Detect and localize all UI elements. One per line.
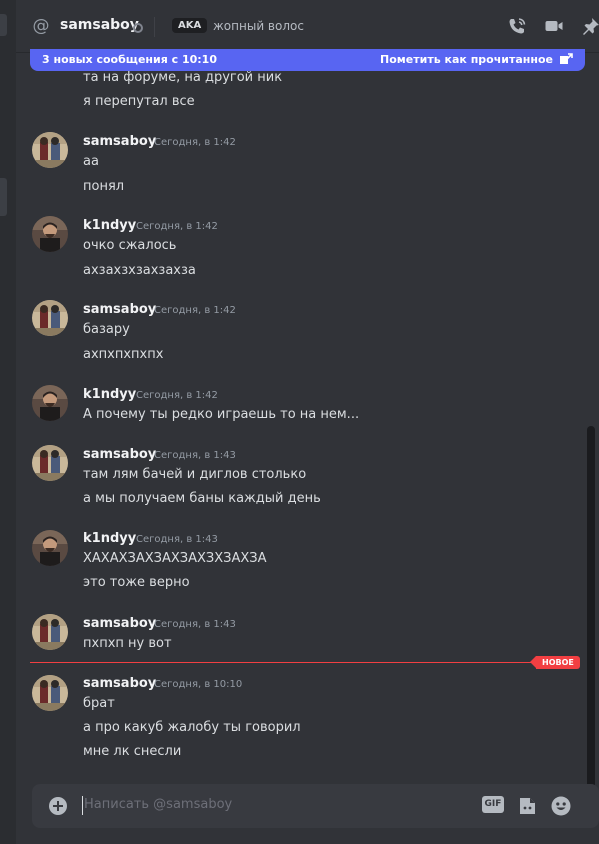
message-text: ХАХАХЗАХЗАХЗАХЗХЗАХЗА [83, 551, 267, 566]
sticker-icon[interactable] [516, 795, 538, 817]
video-call-icon[interactable] [544, 16, 564, 36]
gif-button[interactable]: GIF [482, 796, 504, 813]
message-author[interactable]: k1ndyy [83, 218, 136, 233]
message-text: а про какуб жалобу ты говорил [83, 720, 301, 735]
new-messages-divider [30, 662, 547, 663]
server-sidebar-edge [0, 0, 16, 844]
message-author[interactable]: samsaboy [83, 134, 156, 149]
message-text: та на форуме, на другой ник [83, 70, 283, 85]
new-messages-count[interactable]: 3 новых сообщения с 10:10 [42, 53, 217, 66]
message-text: ахпхпхпхпх [83, 347, 164, 362]
message-text: а мы получаем баны каждый день [83, 491, 321, 506]
message-text: ахзахзхзахзахза [83, 263, 196, 278]
avatar[interactable] [32, 445, 68, 481]
message-author[interactable]: samsaboy [83, 302, 156, 317]
message-text: брат [83, 696, 115, 711]
avatar[interactable] [32, 300, 68, 336]
voice-call-icon[interactable] [507, 16, 527, 36]
message-text: я перепутал все [83, 94, 195, 109]
pin-icon[interactable] [581, 16, 599, 36]
nickname: жопный волос [213, 19, 304, 33]
chat-main: та на форуме, на другой ник я перепутал … [16, 0, 599, 844]
avatar[interactable] [32, 675, 68, 711]
avatar[interactable] [32, 216, 68, 252]
message-timestamp: Сегодня, в 1:42 [136, 221, 218, 232]
message-timestamp: Сегодня, в 1:43 [136, 534, 218, 545]
message-author[interactable]: k1ndyy [83, 387, 136, 402]
dm-username[interactable]: samsaboy [60, 17, 139, 33]
message-timestamp: Сегодня, в 1:43 [154, 619, 236, 630]
text-caret [82, 796, 83, 815]
message-timestamp: Сегодня, в 1:42 [136, 390, 218, 401]
channel-header: @ samsaboy AKA жопный волос [16, 0, 599, 52]
message-text: А почему ты редко играешь то на нем... [83, 407, 360, 422]
message-text: аа [83, 154, 99, 169]
avatar[interactable] [32, 530, 68, 566]
aka-badge: AKA [172, 18, 208, 33]
scrollbar[interactable] [587, 426, 595, 806]
avatar[interactable] [32, 385, 68, 421]
message-text: очко сжалось [83, 238, 177, 253]
avatar[interactable] [32, 614, 68, 650]
message-timestamp: Сегодня, в 1:42 [154, 305, 236, 316]
mark-read-button[interactable]: Пометить как прочитанное [380, 53, 553, 66]
mark-read-icon[interactable] [559, 53, 573, 66]
message-author[interactable]: k1ndyy [83, 531, 136, 546]
sidebar-item-edge[interactable] [0, 14, 7, 36]
upload-plus-icon[interactable] [48, 796, 68, 816]
emoji-icon[interactable] [550, 795, 572, 817]
message-text: базару [83, 322, 130, 337]
message-timestamp: Сегодня, в 1:43 [154, 450, 236, 461]
message-text: мне лк снесли [83, 744, 182, 759]
header-divider [154, 17, 155, 37]
avatar[interactable] [32, 132, 68, 168]
message-timestamp: Сегодня, в 10:10 [154, 679, 243, 690]
message-author[interactable]: samsaboy [83, 676, 156, 691]
message-text: пхпхп ну вот [83, 636, 172, 651]
message-text: там лям бачей и диглов столько [83, 467, 307, 482]
new-messages-badge: НОВОЕ [530, 656, 580, 669]
message-text: это тоже верно [83, 575, 190, 590]
message-author[interactable]: samsaboy [83, 616, 156, 631]
message-author[interactable]: samsaboy [83, 447, 156, 462]
message-text: понял [83, 179, 125, 194]
at-icon: @ [32, 16, 50, 36]
offline-status-icon [133, 23, 143, 33]
sidebar-item-edge[interactable] [0, 178, 7, 216]
message-composer[interactable]: Написать @samsaboy GIF [32, 784, 599, 828]
message-input[interactable]: Написать @samsaboy [84, 797, 232, 812]
message-timestamp: Сегодня, в 1:42 [154, 137, 236, 148]
new-messages-banner[interactable]: 3 новых сообщения с 10:10 Пометить как п… [30, 49, 585, 71]
